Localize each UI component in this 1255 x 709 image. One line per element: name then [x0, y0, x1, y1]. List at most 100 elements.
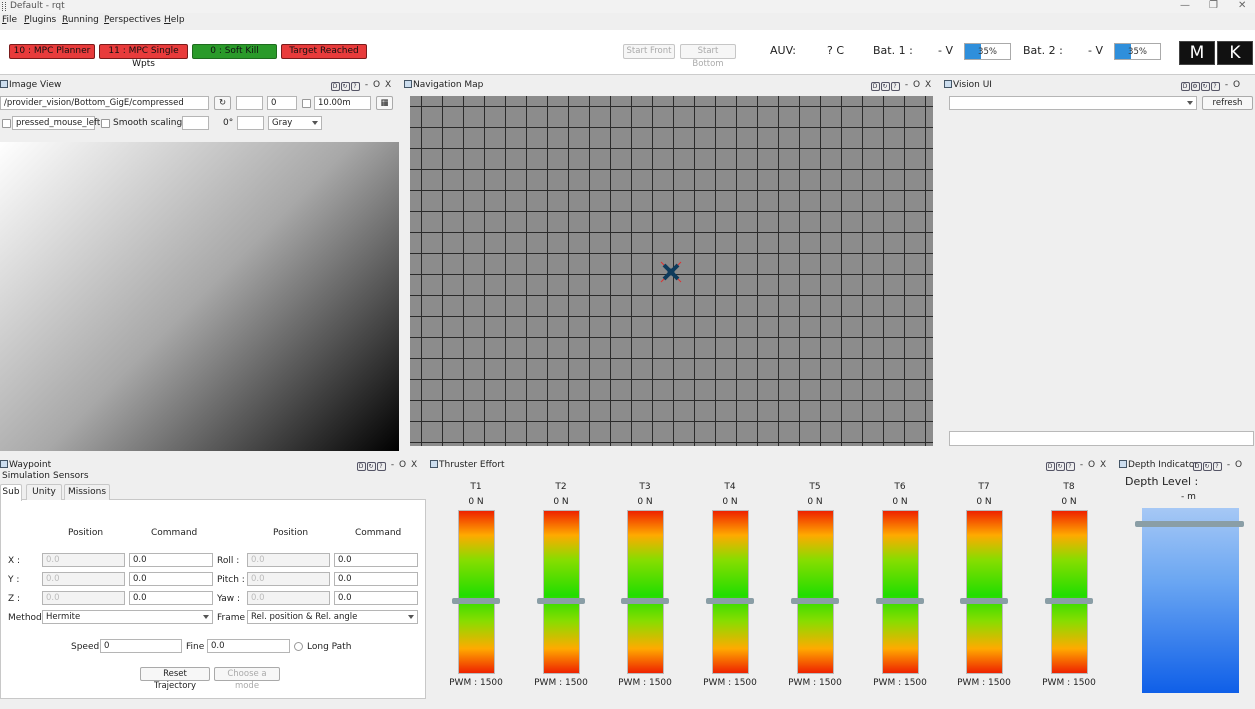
- y-command-field[interactable]: 0.0: [129, 572, 213, 586]
- scale-field[interactable]: [182, 116, 209, 130]
- start-front-button[interactable]: Start Front: [623, 44, 675, 59]
- close-icon[interactable]: ✕: [1238, 0, 1246, 11]
- menu-plugins[interactable]: Plugins: [24, 15, 56, 25]
- help-icon[interactable]: ?: [351, 82, 360, 91]
- save-image-icon[interactable]: ▦: [376, 96, 393, 110]
- range-checkbox[interactable]: [302, 99, 311, 108]
- menu-simulation[interactable]: Simulation: [2, 471, 50, 481]
- depth-slider-handle[interactable]: [1135, 521, 1244, 527]
- vision-output-field[interactable]: [949, 431, 1254, 446]
- pressed-mouse-field[interactable]: pressed_mouse_left: [12, 116, 100, 130]
- camera-image[interactable]: [0, 142, 399, 451]
- thruster-slider-handle[interactable]: [876, 598, 924, 604]
- dock-icon[interactable]: D: [1046, 462, 1055, 471]
- minimize-panel-icon[interactable]: -: [365, 80, 369, 90]
- reload-icon[interactable]: ↻: [1056, 462, 1065, 471]
- mode-button-soft-kill[interactable]: 0 : Soft Kill: [192, 44, 277, 59]
- rotation-field[interactable]: [237, 116, 264, 130]
- minimize-panel-icon[interactable]: -: [905, 80, 909, 90]
- close-panel-icon[interactable]: X: [925, 80, 932, 90]
- float-panel-icon[interactable]: O: [1235, 460, 1243, 470]
- reload-icon[interactable]: ↻: [881, 82, 890, 91]
- smooth-scaling-checkbox[interactable]: [101, 119, 110, 128]
- image-spin-box[interactable]: 0: [267, 96, 297, 110]
- image-view-icon: [0, 80, 8, 88]
- help-icon[interactable]: ?: [1211, 82, 1220, 91]
- method-select[interactable]: Hermite: [42, 610, 213, 624]
- help-icon[interactable]: ?: [891, 82, 900, 91]
- thruster-slider-handle[interactable]: [452, 598, 500, 604]
- z-command-field[interactable]: 0.0: [129, 591, 213, 605]
- float-panel-icon[interactable]: O: [373, 80, 381, 90]
- vision-refresh-button[interactable]: refresh: [1202, 96, 1253, 110]
- vision-select[interactable]: [949, 96, 1197, 110]
- navigation-map-grid[interactable]: [410, 96, 933, 446]
- minimize-panel-icon[interactable]: -: [391, 460, 395, 470]
- refresh-topics-icon[interactable]: ↻: [214, 96, 231, 110]
- restore-icon[interactable]: ❐: [1209, 0, 1218, 11]
- tab-sub[interactable]: Sub: [0, 484, 22, 501]
- dock-icon[interactable]: D: [1181, 82, 1190, 91]
- menu-file[interactable]: File: [2, 15, 17, 25]
- minimize-panel-icon[interactable]: -: [1080, 460, 1084, 470]
- smooth-scaling-label: Smooth scaling: [113, 118, 183, 128]
- dock-icon[interactable]: D: [357, 462, 366, 471]
- thruster-slider-handle[interactable]: [621, 598, 669, 604]
- menu-running[interactable]: Running: [62, 15, 99, 25]
- menu-sensors[interactable]: Sensors: [53, 471, 89, 481]
- thruster-slider-handle[interactable]: [1045, 598, 1093, 604]
- thruster-slider-handle[interactable]: [706, 598, 754, 604]
- minimize-panel-icon[interactable]: -: [1227, 460, 1231, 470]
- tab-unity[interactable]: Unity: [26, 484, 62, 500]
- k-button[interactable]: K: [1217, 41, 1253, 65]
- mode-button-mpc-planner[interactable]: 10 : MPC Planner: [9, 44, 95, 59]
- roll-command-field[interactable]: 0.0: [334, 553, 418, 567]
- close-panel-icon[interactable]: X: [411, 460, 418, 470]
- minimize-panel-icon[interactable]: -: [1225, 80, 1229, 90]
- long-path-radio[interactable]: [294, 642, 303, 651]
- x-command-field[interactable]: 0.0: [129, 553, 213, 567]
- pressed-mouse-checkbox[interactable]: [2, 119, 11, 128]
- thruster-slider-handle[interactable]: [960, 598, 1008, 604]
- pitch-command-field[interactable]: 0.0: [334, 572, 418, 586]
- close-panel-icon[interactable]: X: [1100, 460, 1107, 470]
- frame-select[interactable]: Rel. position & Rel. angle: [247, 610, 418, 624]
- image-topic-select[interactable]: /provider_vision/Bottom_GigE/compressed: [0, 96, 209, 110]
- reload-icon[interactable]: ↻: [1201, 82, 1210, 91]
- yaw-command-field[interactable]: 0.0: [334, 591, 418, 605]
- speed-field[interactable]: 0: [100, 639, 182, 653]
- reload-icon[interactable]: ↻: [367, 462, 376, 471]
- range-spin-box[interactable]: 10.00m: [314, 96, 371, 110]
- menu-perspectives[interactable]: Perspectives: [104, 15, 161, 25]
- help-icon[interactable]: ?: [1066, 462, 1075, 471]
- dock-icon[interactable]: D: [331, 82, 340, 91]
- start-bottom-button[interactable]: Start Bottom: [680, 44, 736, 69]
- window-titlebar: Default - rqt — ❐ ✕: [0, 0, 1255, 13]
- dock-icon[interactable]: D: [871, 82, 880, 91]
- help-icon[interactable]: ?: [1213, 462, 1222, 471]
- float-panel-icon[interactable]: O: [1233, 80, 1241, 90]
- m-button[interactable]: M: [1179, 41, 1215, 65]
- battery1-label: Bat. 1 :: [873, 44, 913, 57]
- choose-mode-button[interactable]: Choose a mode: [214, 667, 280, 691]
- mode-button-mpc-single-wpts[interactable]: 11 : MPC Single Wpts: [99, 44, 188, 69]
- float-panel-icon[interactable]: O: [399, 460, 407, 470]
- image-blank-field[interactable]: [236, 96, 263, 110]
- close-panel-icon[interactable]: X: [385, 80, 392, 90]
- float-panel-icon[interactable]: O: [1088, 460, 1096, 470]
- help-icon[interactable]: ?: [377, 462, 386, 471]
- navigation-map-panel-controls: D ↻? - O X: [871, 80, 932, 91]
- reload-icon[interactable]: ↻: [341, 82, 350, 91]
- color-mode-select[interactable]: Gray: [268, 116, 322, 130]
- thruster-slider-handle[interactable]: [537, 598, 585, 604]
- fine-field[interactable]: 0.0: [207, 639, 290, 653]
- minimize-icon[interactable]: —: [1180, 0, 1190, 11]
- reset-trajectory-button[interactable]: Reset Trajectory: [140, 667, 210, 691]
- reload-icon[interactable]: ↻: [1203, 462, 1212, 471]
- menu-help[interactable]: Help: [164, 15, 185, 25]
- settings-icon[interactable]: ⚙: [1191, 82, 1200, 91]
- thruster-slider-handle[interactable]: [791, 598, 839, 604]
- dock-icon[interactable]: D: [1193, 462, 1202, 471]
- float-panel-icon[interactable]: O: [913, 80, 921, 90]
- tab-missions[interactable]: Missions: [64, 484, 110, 500]
